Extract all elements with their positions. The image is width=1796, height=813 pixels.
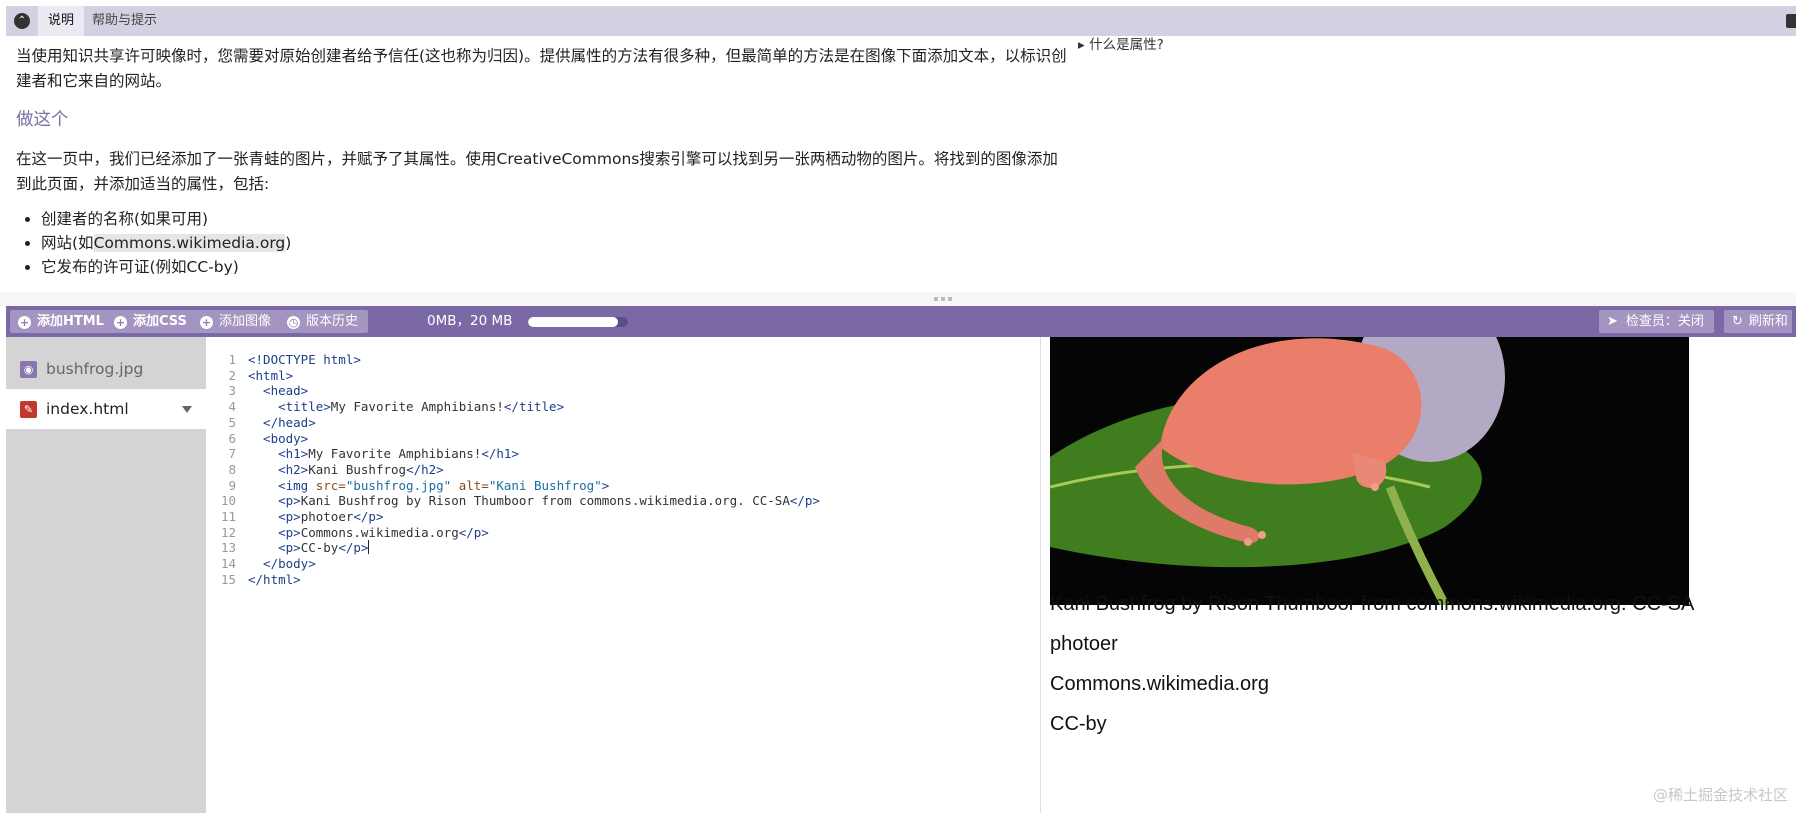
add-html-button[interactable]: + 添加HTML	[10, 310, 114, 333]
top-bar: ⌃ 说明 帮助与提示	[0, 0, 1796, 36]
file-name: index.html	[46, 400, 129, 418]
code-tag: </p>	[338, 540, 369, 556]
code-tag: <img	[248, 477, 316, 493]
storage-usage: 0MB，20 MB	[427, 313, 513, 329]
code-tag: <p>	[248, 493, 301, 509]
cursor-icon: ➤	[1607, 314, 1618, 329]
refresh-icon: ↻	[1732, 314, 1743, 329]
code-tag: <html>	[248, 367, 294, 383]
line-number: 15	[220, 571, 236, 587]
section-heading: 做这个	[16, 110, 69, 130]
highlighted-text: Commons.wikimedia.org	[93, 234, 286, 252]
inspector-button[interactable]: ➤ 检查员：关闭	[1599, 310, 1714, 333]
frog-image	[1050, 337, 1689, 605]
clock-icon: ◷	[287, 316, 300, 329]
code-attribute: alt=	[451, 477, 489, 493]
panel-toggle-icon[interactable]	[1786, 14, 1796, 28]
storage-bar-fill	[528, 317, 618, 327]
code-tag: <h1>	[248, 446, 309, 462]
code-tag: >	[601, 477, 610, 493]
storage-bar	[528, 317, 628, 327]
tab-strip: ⌃ 说明 帮助与提示	[6, 6, 1796, 36]
code-text: My Favorite Amphibians!	[330, 399, 504, 415]
code-tag: </html>	[248, 571, 301, 587]
watermark: @稀土掘金技术社区	[1652, 786, 1788, 804]
requirements-list: 创建者的名称(如果可用) 网站(如Commons.wikimedia.org) …	[16, 207, 1071, 279]
code-text: My Favorite Amphibians!	[308, 446, 482, 462]
code-tag: <!DOCTYPE html>	[248, 352, 361, 367]
code-tag: <p>	[248, 509, 301, 524]
code-text: CC-by	[300, 540, 339, 556]
code-tag: <title>	[248, 399, 331, 415]
code-text: photoer	[300, 509, 354, 524]
frog-photo	[1050, 337, 1689, 605]
details-toggle[interactable]: ▸ 什么是属性?	[1078, 33, 1164, 53]
preview-attribution: Kani Bushfrog by Rison Thumboor from com…	[1050, 593, 1695, 615]
code-string: "Kani Bushfrog"	[488, 477, 602, 493]
plus-icon: +	[18, 316, 31, 329]
code-tag: </title>	[503, 399, 565, 415]
code-tag: <p>	[248, 524, 301, 540]
list-item: 网站(如Commons.wikimedia.org)	[41, 231, 1071, 255]
preview-website: Commons.wikimedia.org	[1050, 673, 1269, 695]
list-item: 创建者的名称(如果可用)	[41, 207, 1071, 231]
collapse-icon[interactable]: ⌃	[14, 13, 30, 29]
resize-divider[interactable]	[0, 292, 1796, 306]
plus-icon: +	[114, 316, 127, 329]
plus-icon: +	[200, 316, 213, 329]
code-tag: <p>	[248, 540, 301, 556]
code-text: Kani Bushfrog by Rison Thumboor from com…	[300, 493, 790, 509]
chevron-down-icon[interactable]	[182, 406, 192, 413]
intro-text: 当使用知识共享许可映像时，您需要对原始创建者给予信任(这也称为归因)。提供属性的…	[16, 47, 1067, 90]
file-panel: ◉ bushfrog.jpg ✎ index.html	[6, 337, 206, 813]
code-tag: <head>	[248, 383, 309, 399]
text-cursor	[368, 540, 370, 555]
preview-license: CC-by	[1050, 713, 1107, 735]
code-line: 15 </html>	[206, 571, 301, 589]
code-text: Commons.wikimedia.org	[300, 524, 459, 540]
preview-pane: Kani Bushfrog by Rison Thumboor from com…	[1041, 337, 1796, 813]
grip-icon	[934, 297, 952, 301]
code-tag: </h2>	[406, 461, 444, 477]
instructions-panel: 当使用知识共享许可映像时，您需要对原始创建者给予信任(这也称为归因)。提供属性的…	[6, 36, 1796, 292]
file-item-index[interactable]: ✎ index.html	[6, 389, 206, 429]
code-editor[interactable]: 1 <!DOCTYPE html> 2 <html> 3 <head> 4 <title>…	[206, 337, 1041, 813]
code-tag: </h1>	[481, 446, 519, 462]
code-attribute: src=	[315, 477, 346, 493]
preview-creator: photoer	[1050, 633, 1118, 655]
tab-instructions[interactable]: 说明	[38, 6, 85, 36]
details-label: 什么是属性?	[1089, 37, 1164, 53]
list-item: 它发布的许可证(例如CC-by)	[41, 255, 1071, 279]
refresh-button[interactable]: ↻ 刷新和	[1724, 310, 1792, 333]
history-button[interactable]: ◷ 版本历史	[279, 310, 369, 333]
code-tag: <h2>	[248, 461, 309, 477]
tab-help[interactable]: 帮助与提示	[86, 6, 163, 36]
code-text: Kani Bushfrog	[308, 461, 407, 477]
code-tag: </p>	[458, 524, 489, 540]
code-tag: </head>	[248, 414, 316, 430]
triangle-right-icon: ▸	[1078, 37, 1085, 53]
task-text: 在这一页中，我们已经添加了一张青蛙的图片，并赋予了其属性。使用CreativeC…	[16, 150, 1058, 193]
image-file-icon: ◉	[20, 361, 37, 378]
pencil-icon: ✎	[20, 401, 37, 418]
file-item-bushfrog[interactable]: ◉ bushfrog.jpg	[6, 349, 206, 389]
code-tag: </p>	[353, 509, 384, 524]
code-tag: <body>	[248, 430, 309, 446]
code-tag: </body>	[248, 556, 316, 572]
file-name: bushfrog.jpg	[46, 360, 144, 378]
toolbar: + 添加HTML + 添加CSS + 添加图像 ◷ 版本历史 0MB，20 MB ➤ 检查…	[6, 306, 1796, 337]
add-css-button[interactable]: + 添加CSS	[106, 310, 197, 333]
code-string: "bushfrog.jpg"	[345, 477, 452, 493]
add-image-button[interactable]: + 添加图像	[192, 310, 282, 333]
code-tag: </p>	[789, 493, 820, 509]
